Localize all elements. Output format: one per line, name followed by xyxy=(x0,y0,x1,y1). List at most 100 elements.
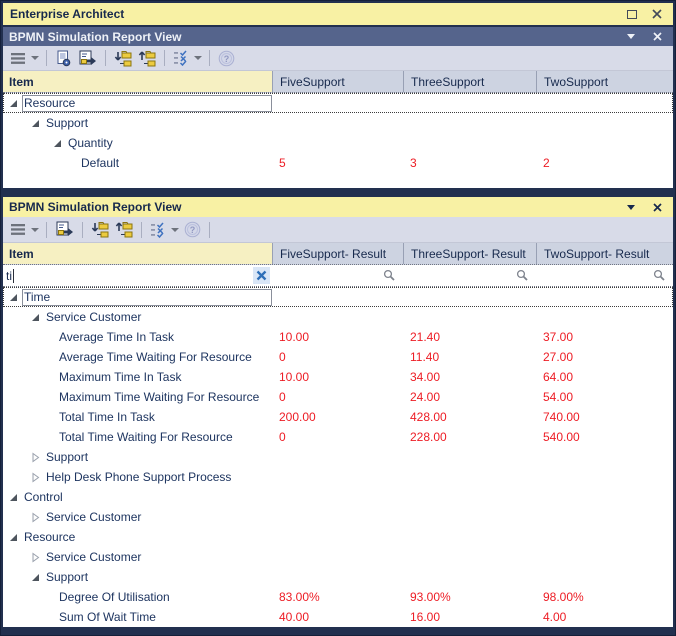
tree-row-average-time-in-task[interactable]: Average Time In Task10.0021.4037.00 xyxy=(3,327,673,347)
panel-close-button[interactable] xyxy=(650,200,664,214)
tree-item-label: Degree Of Utilisation xyxy=(57,589,272,606)
tree-row-support[interactable]: Support xyxy=(3,567,673,587)
search-icon xyxy=(383,269,396,282)
tree-row-control[interactable]: Control xyxy=(3,487,673,507)
filter-dropdown-caret-icon[interactable] xyxy=(194,56,202,60)
generate-report-button[interactable] xyxy=(53,48,74,68)
column-header-threesupport[interactable]: ThreeSupport xyxy=(403,71,536,92)
tree-row-total-time-in-task[interactable]: Total Time In Task200.00428.00740.00 xyxy=(3,407,673,427)
twosupport-filter-input[interactable] xyxy=(536,265,673,286)
tree-item-label: Total Time Waiting For Resource xyxy=(57,429,272,446)
tree-row-total-time-waiting-for-resource[interactable]: Total Time Waiting For Resource0228.0054… xyxy=(3,427,673,447)
clear-filter-button[interactable] xyxy=(253,267,270,284)
bpmn-report-panel-bottom: BPMN Simulation Report View xyxy=(3,197,673,627)
value-cell: 200.00 xyxy=(272,410,403,424)
tree-row-support[interactable]: Support xyxy=(3,113,673,133)
maximize-icon xyxy=(627,10,637,19)
menu-dropdown-caret-icon[interactable] xyxy=(31,228,39,232)
expand-node-icon[interactable] xyxy=(31,512,44,523)
panel-titlebar: BPMN Simulation Report View xyxy=(3,197,673,217)
collapse-node-icon[interactable] xyxy=(9,493,22,502)
tree-row-default[interactable]: Default532 xyxy=(3,153,673,173)
close-button[interactable] xyxy=(648,6,666,22)
fivesupport-filter-input[interactable] xyxy=(272,265,403,286)
item-cell: Support xyxy=(3,447,272,467)
tree-row-time[interactable]: Time xyxy=(3,287,673,307)
column-header-fivesupport[interactable]: FiveSupport xyxy=(272,71,403,92)
panel-close-button[interactable] xyxy=(650,30,664,44)
export-results-button[interactable] xyxy=(76,48,99,68)
collapse-node-icon[interactable] xyxy=(9,533,22,542)
value-cell: 10.00 xyxy=(272,370,403,384)
help-icon: ? xyxy=(184,221,201,238)
value-cell: 0 xyxy=(272,350,403,364)
window-menu-caret-icon[interactable] xyxy=(627,34,635,39)
collapse-node-icon[interactable] xyxy=(31,573,44,582)
expand-all-button[interactable] xyxy=(112,48,134,68)
tree-row-degree-of-utilisation[interactable]: Degree Of Utilisation83.00%93.00%98.00% xyxy=(3,587,673,607)
expand-all-button[interactable] xyxy=(89,220,111,240)
help-button[interactable]: ? xyxy=(182,220,203,240)
menu-dropdown-caret-icon[interactable] xyxy=(31,56,39,60)
threesupport-filter-input[interactable] xyxy=(403,265,536,286)
item-cell: Sum Of Wait Time xyxy=(3,607,272,627)
toggle-filter-button[interactable] xyxy=(171,48,191,68)
tree-row-maximum-time-waiting-for-resource[interactable]: Maximum Time Waiting For Resource024.005… xyxy=(3,387,673,407)
tree-row-help-desk-phone-support-process[interactable]: Help Desk Phone Support Process xyxy=(3,467,673,487)
tree-row-service-customer[interactable]: Service Customer xyxy=(3,307,673,327)
collapse-node-icon[interactable] xyxy=(31,313,44,322)
expanded-triangle-icon xyxy=(9,293,18,302)
expand-node-icon[interactable] xyxy=(31,452,44,463)
menu-button[interactable] xyxy=(9,220,28,240)
tree-item-label: Support xyxy=(44,569,272,586)
tree-grid: ResourceSupportQuantityDefault532 xyxy=(3,93,673,188)
expand-node-icon[interactable] xyxy=(31,552,44,563)
item-filter-input[interactable]: ti xyxy=(3,265,272,286)
menu-button[interactable] xyxy=(9,48,28,68)
value-cell: 228.00 xyxy=(403,430,536,444)
column-header-twosupport[interactable]: TwoSupport xyxy=(536,71,673,92)
value-cell: 83.00% xyxy=(272,590,403,604)
column-header-item[interactable]: Item xyxy=(3,243,272,264)
tree-row-resource[interactable]: Resource xyxy=(3,527,673,547)
toggle-filter-button[interactable] xyxy=(148,220,168,240)
panel-titlebar: BPMN Simulation Report View xyxy=(3,27,673,46)
tree-row-maximum-time-in-task[interactable]: Maximum Time In Task10.0034.0064.00 xyxy=(3,367,673,387)
collapse-node-icon[interactable] xyxy=(31,119,44,128)
tree-item-label: Sum Of Wait Time xyxy=(57,609,272,626)
tree-row-service-customer[interactable]: Service Customer xyxy=(3,507,673,527)
bpmn-report-panel-top: BPMN Simulation Report View xyxy=(3,27,673,188)
window-menu-caret-icon[interactable] xyxy=(627,205,635,210)
item-cell: Quantity xyxy=(3,133,272,153)
column-header-item[interactable]: Item xyxy=(3,71,272,92)
expand-node-icon[interactable] xyxy=(31,472,44,483)
tree-row-service-customer[interactable]: Service Customer xyxy=(3,547,673,567)
tree-row-support[interactable]: Support xyxy=(3,447,673,467)
collapse-node-icon[interactable] xyxy=(53,139,66,148)
column-header-fivesupport-result[interactable]: FiveSupport- Result xyxy=(272,243,403,264)
item-cell: Average Time Waiting For Resource xyxy=(3,347,272,367)
tree-row-quantity[interactable]: Quantity xyxy=(3,133,673,153)
clear-x-icon xyxy=(256,270,267,281)
close-icon xyxy=(652,9,662,19)
collapse-node-icon[interactable] xyxy=(9,293,22,302)
item-cell: Maximum Time In Task xyxy=(3,367,272,387)
collapse-all-button[interactable] xyxy=(136,48,158,68)
collapse-all-button[interactable] xyxy=(113,220,135,240)
item-cell: Control xyxy=(3,487,272,507)
column-header-twosupport-result[interactable]: TwoSupport- Result xyxy=(536,243,673,264)
value-cell: 24.00 xyxy=(403,390,536,404)
expanded-triangle-icon xyxy=(31,573,40,582)
filter-dropdown-caret-icon[interactable] xyxy=(171,228,179,232)
help-button[interactable]: ? xyxy=(216,48,237,68)
collapse-node-icon[interactable] xyxy=(9,99,22,108)
tree-row-resource[interactable]: Resource xyxy=(3,93,673,113)
export-results-button[interactable] xyxy=(53,220,76,240)
filter-row: ti xyxy=(3,265,673,287)
maximize-button[interactable] xyxy=(623,6,641,22)
tree-row-sum-of-wait-time[interactable]: Sum Of Wait Time40.0016.004.00 xyxy=(3,607,673,627)
value-cell: 21.40 xyxy=(403,330,536,344)
column-header-threesupport-result[interactable]: ThreeSupport- Result xyxy=(403,243,536,264)
tree-row-average-time-waiting-for-resource[interactable]: Average Time Waiting For Resource011.402… xyxy=(3,347,673,367)
close-icon xyxy=(653,32,662,41)
